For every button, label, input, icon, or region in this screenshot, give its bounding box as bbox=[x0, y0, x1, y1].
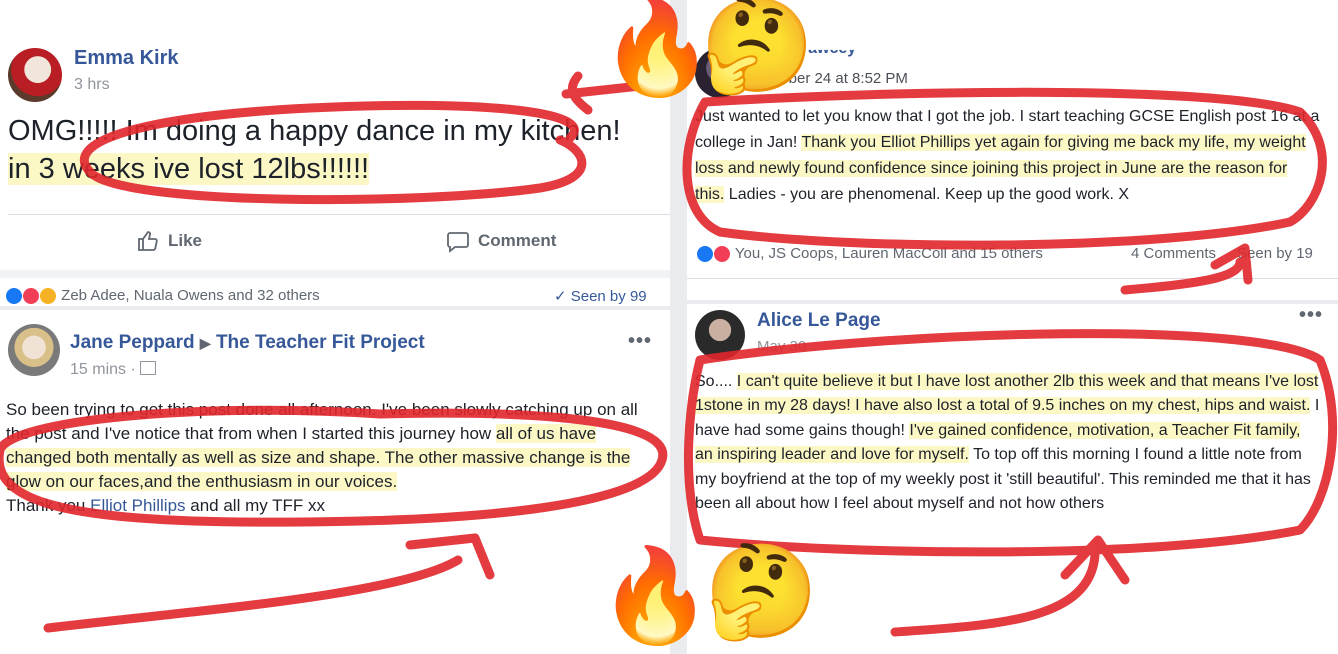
divider bbox=[8, 214, 670, 215]
post-text-c: Ladies - you are phenomenal. Keep up the… bbox=[724, 186, 1130, 203]
post-text: So.... I can't quite believe it but I ha… bbox=[695, 370, 1320, 516]
more-options-icon[interactable]: ••• bbox=[1299, 304, 1323, 327]
post-time[interactable]: May 30 bbox=[757, 338, 806, 355]
group-privacy-icon bbox=[140, 361, 157, 375]
post-text: So been trying to get this post done all… bbox=[6, 398, 656, 518]
post-time[interactable]: 3 hrs bbox=[74, 76, 110, 94]
avatar[interactable] bbox=[8, 324, 60, 376]
seen-count[interactable]: Seen by 19 bbox=[1237, 245, 1313, 262]
group-name[interactable]: The Teacher Fit Project bbox=[216, 332, 425, 353]
post-text-c: Thank you bbox=[6, 496, 91, 515]
post-text: OMG!!!!! Im doing a happy dance in my ki… bbox=[8, 112, 648, 188]
like-reaction-icon bbox=[697, 246, 713, 263]
comment-button[interactable]: Comment bbox=[446, 229, 556, 253]
comments-count[interactable]: 4 Comments bbox=[1131, 245, 1216, 262]
arrow-right-icon: ▶ bbox=[199, 335, 211, 351]
more-options-icon[interactable]: ••• bbox=[628, 330, 652, 353]
wow-reaction-icon bbox=[40, 288, 56, 305]
author-name[interactable]: Alice Le Page bbox=[757, 310, 881, 332]
post-time[interactable]: 15 mins · bbox=[70, 361, 157, 379]
mention-link[interactable]: Elliot Phillips bbox=[90, 496, 185, 515]
fire-emoji-top: 🔥 bbox=[600, 0, 715, 99]
author-name[interactable]: Emma Kirk bbox=[74, 47, 179, 70]
divider bbox=[687, 278, 1338, 279]
post-text-a: So.... bbox=[695, 373, 737, 390]
post-text-d: and all my TFF xx bbox=[185, 496, 326, 515]
love-reaction-icon bbox=[714, 246, 730, 263]
reactions-text: You, JS Coops, Lauren MacColl and 15 oth… bbox=[734, 245, 1043, 262]
thinking-emoji-top: 🤔 bbox=[700, 0, 815, 97]
post-emma-kirk: Emma Kirk 3 hrs OMG!!!!! Im doing a happ… bbox=[0, 0, 670, 306]
comment-icon bbox=[447, 232, 469, 253]
author-name[interactable]: Jane Peppard bbox=[70, 332, 195, 353]
reactions-summary[interactable]: Zeb Adee, Nuala Owens and 32 others bbox=[6, 287, 320, 305]
like-reaction-icon bbox=[6, 288, 22, 305]
thinking-emoji-bottom: 🤔 bbox=[704, 541, 819, 643]
thumbs-up-icon bbox=[138, 231, 158, 251]
like-button[interactable]: Like bbox=[136, 229, 202, 253]
love-reaction-icon bbox=[23, 288, 39, 305]
post-text-plain: OMG!!!!! Im doing a happy dance in my ki… bbox=[8, 115, 621, 147]
like-label: Like bbox=[168, 231, 203, 250]
avatar[interactable] bbox=[695, 310, 745, 360]
reactions-text: Zeb Adee, Nuala Owens and 32 others bbox=[61, 287, 320, 304]
fire-emoji-bottom: 🔥 bbox=[598, 545, 713, 647]
time-label: 15 mins · bbox=[70, 361, 136, 378]
post-jane-peppard: Jane Peppard ▶ The Teacher Fit Project 1… bbox=[0, 310, 670, 654]
post-text: Just wanted to let you know that I got t… bbox=[695, 104, 1320, 208]
avatar[interactable] bbox=[8, 48, 62, 102]
post-header: Jane Peppard ▶ The Teacher Fit Project bbox=[70, 332, 425, 354]
post-text-highlight: in 3 weeks ive lost 12lbs!!!!!! bbox=[8, 153, 370, 185]
reactions-summary[interactable]: You, JS Coops, Lauren MacColl and 15 oth… bbox=[697, 245, 1043, 263]
seen-count[interactable]: ✓ Seen by 99 bbox=[554, 287, 647, 305]
comment-label: Comment bbox=[478, 231, 557, 250]
post-text-highlight-1: I can't quite believe it but I have lost… bbox=[695, 373, 1319, 415]
divider bbox=[0, 270, 670, 278]
